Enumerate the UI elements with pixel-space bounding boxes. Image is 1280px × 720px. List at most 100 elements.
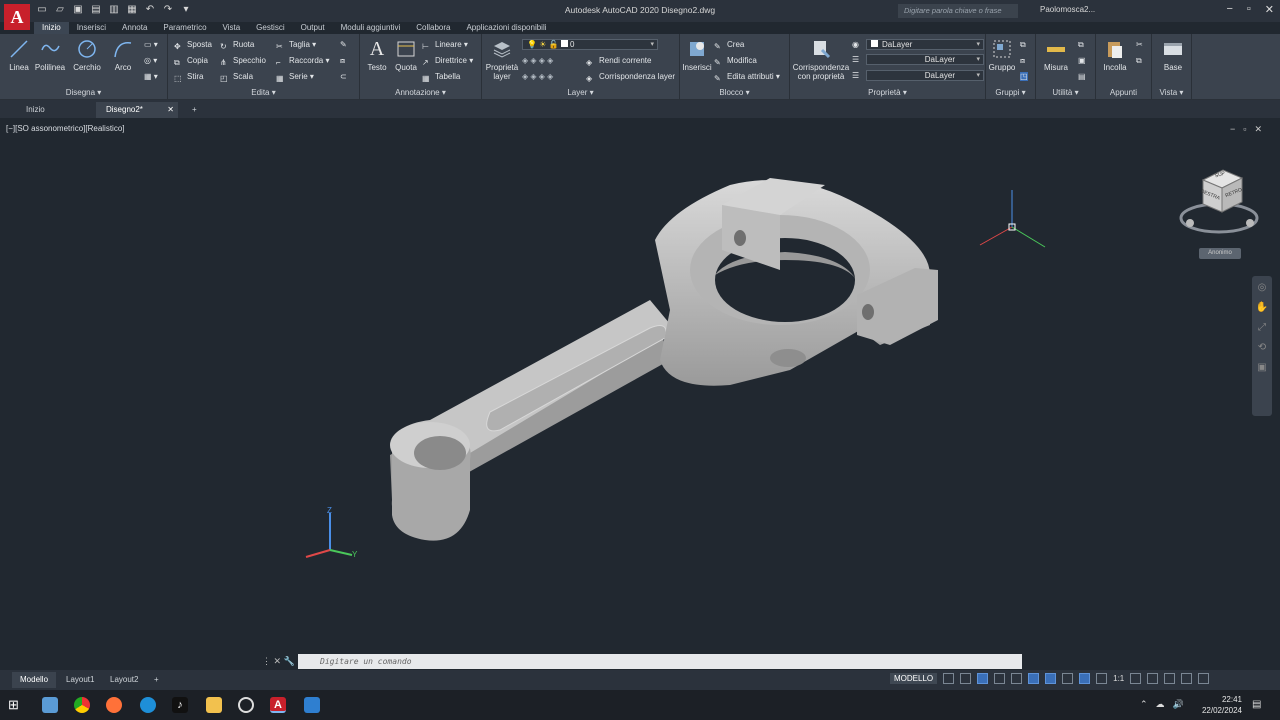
close-tab-icon[interactable]: ✕	[167, 102, 174, 118]
wcs-menu[interactable]: Anonimo	[1199, 248, 1241, 259]
copia-button[interactable]: ⧉ Copia	[174, 56, 208, 68]
tab-inizio[interactable]: Inizio	[34, 22, 69, 34]
color-dropdown[interactable]: DaLayer	[866, 39, 984, 50]
command-input[interactable]: Digitare un comando	[298, 654, 1022, 669]
sposta-button[interactable]: ✥ Sposta	[174, 40, 212, 52]
connecting-rod-model[interactable]	[370, 160, 970, 560]
search-input[interactable]: Digitare parola chiave o frase	[898, 4, 1018, 18]
add-layout-icon[interactable]: +	[146, 672, 167, 688]
misura-button[interactable]: Misura	[1040, 38, 1072, 72]
tabella-button[interactable]: ▦ Tabella	[422, 72, 460, 84]
taskbar-clock[interactable]: 22:41 22/02/2024	[1202, 694, 1242, 716]
layout-tab-layout2[interactable]: Layout2	[102, 672, 146, 688]
ruota-button[interactable]: ↻ Ruota	[220, 40, 254, 52]
tiktok-icon[interactable]: ♪	[172, 697, 188, 713]
autocad-taskbar-icon[interactable]: A	[270, 697, 286, 713]
inserisci-button[interactable]: Inserisci	[682, 38, 712, 72]
layer-dropdown[interactable]: 💡 ☀ 🔓 0	[522, 39, 658, 50]
specchio-button[interactable]: ⋔ Specchio	[220, 56, 266, 68]
direttrice-button[interactable]: ↗ Direttrice ▾	[422, 56, 473, 68]
id-point-icon[interactable]: ▣	[1078, 56, 1086, 65]
rendi-corrente-button[interactable]: ◈ Rendi corrente	[586, 56, 651, 68]
new-tab-icon[interactable]: +	[182, 102, 207, 118]
command-close-icon[interactable]: ✕	[274, 656, 282, 666]
panel-title-vista[interactable]: Vista ▾	[1152, 88, 1191, 98]
chrome-icon[interactable]	[74, 697, 90, 713]
layer-tools-row2[interactable]: ◈ ◈ ◈ ◈	[522, 72, 553, 81]
calculator-icon[interactable]: ▤	[1078, 72, 1086, 81]
annotation-visibility-icon[interactable]	[1079, 673, 1091, 684]
maximize-icon[interactable]: ▫	[1247, 3, 1251, 16]
windows-start-icon[interactable]: ⊞	[8, 697, 24, 713]
gruppo-button[interactable]: Gruppo	[986, 38, 1018, 72]
stira-button[interactable]: ⬚ Stira	[174, 72, 203, 84]
rectangle-icon[interactable]: ▭ ▾	[144, 40, 158, 49]
grid-icon[interactable]	[943, 673, 955, 684]
corrispondenza-proprieta-button[interactable]: Corrispondenza con proprietà	[792, 38, 850, 81]
user-account[interactable]: Paolomosca2...	[1040, 5, 1095, 14]
layer-tools-row1[interactable]: ◈ ◈ ◈ ◈	[522, 56, 553, 65]
close-icon[interactable]: ✕	[1265, 3, 1274, 16]
explode-icon[interactable]: ⧈	[340, 56, 345, 66]
viewcube[interactable]: SUP DESTRA RETRO	[1178, 160, 1260, 240]
file-explorer-icon[interactable]	[206, 697, 222, 713]
group-select-icon[interactable]: ◳	[1020, 72, 1028, 81]
quickselect-icon[interactable]: ⧉	[1078, 40, 1084, 50]
tab-parametrico[interactable]: Parametrico	[155, 22, 214, 34]
edita-attributi-button[interactable]: ✎ Edita attributi ▾	[714, 72, 780, 84]
panel-title-disegna[interactable]: Disegna ▾	[0, 88, 167, 98]
lineare-button[interactable]: ⊢ Lineare ▾	[422, 40, 468, 52]
orbit-icon[interactable]: ⟲	[1252, 336, 1272, 356]
panel-title-gruppi[interactable]: Gruppi ▾	[986, 88, 1035, 98]
polar-icon[interactable]	[994, 673, 1006, 684]
customize-status-icon[interactable]	[1198, 673, 1210, 684]
showmotion-icon[interactable]: ▣	[1252, 356, 1272, 376]
tab-output[interactable]: Output	[293, 22, 333, 34]
tab-applicazioni[interactable]: Applicazioni disponibili	[458, 22, 554, 34]
minimize-icon[interactable]: −	[1226, 3, 1232, 16]
firefox-icon[interactable]	[106, 697, 122, 713]
network-icon[interactable]: ☁	[1156, 699, 1165, 710]
base-button[interactable]: Base	[1156, 38, 1190, 72]
arco-button[interactable]: Arco	[108, 38, 138, 72]
edge-icon[interactable]	[140, 697, 156, 713]
pan-icon[interactable]: ✋	[1252, 296, 1272, 316]
file-tab-home[interactable]: Inizio	[16, 102, 55, 118]
offset-icon[interactable]: ⊂	[340, 72, 347, 81]
annotation-scale[interactable]: 1:1	[1113, 674, 1124, 683]
panel-title-annotazione[interactable]: Annotazione ▾	[360, 88, 481, 98]
snap-icon[interactable]	[960, 673, 972, 684]
erase-icon[interactable]: ✎	[340, 40, 347, 49]
model-space-button[interactable]: MODELLO	[890, 673, 938, 684]
hardware-accel-icon[interactable]	[1164, 673, 1176, 684]
lineweight-toggle-icon[interactable]	[1062, 673, 1074, 684]
quota-button[interactable]: Quota	[392, 38, 420, 72]
cerchio-button[interactable]: Cerchio	[70, 38, 104, 72]
proprieta-layer-button[interactable]: Proprietà layer	[484, 38, 520, 81]
raccorda-button[interactable]: ⌐ Raccorda ▾	[276, 56, 330, 68]
steering-wheel-icon[interactable]: ◎	[1252, 276, 1272, 296]
crea-button[interactable]: ✎ Crea	[714, 40, 744, 52]
isodraft-icon[interactable]	[1011, 673, 1023, 684]
autoscale-icon[interactable]	[1096, 673, 1108, 684]
lineweight-dropdown[interactable]: DaLayer	[866, 70, 984, 81]
panel-title-blocco[interactable]: Blocco ▾	[680, 88, 789, 98]
tab-annota[interactable]: Annota	[114, 22, 155, 34]
tab-vista[interactable]: Vista	[215, 22, 249, 34]
panel-title-layer[interactable]: Layer ▾	[482, 88, 679, 98]
color-wheel-icon[interactable]: ◉	[852, 40, 859, 49]
hatch-icon[interactable]: ◎ ▾	[144, 56, 157, 65]
vp-restore-icon[interactable]: ▫	[1243, 124, 1246, 135]
corrispondenza-layer-button[interactable]: ◈ Corrispondenza layer	[586, 72, 675, 84]
testo-button[interactable]: A Testo	[364, 38, 390, 72]
vp-close-icon[interactable]: ✕	[1254, 124, 1262, 135]
notification-icon[interactable]: ▤	[1252, 699, 1261, 710]
incolla-button[interactable]: Incolla	[1098, 38, 1132, 72]
modifica-button[interactable]: ✎ Modifica	[714, 56, 757, 68]
taglia-button[interactable]: ✂ Taglia ▾	[276, 40, 316, 52]
command-customize-icon[interactable]: 🔧	[284, 656, 295, 666]
zoom-extents-icon[interactable]: ⤢	[1252, 316, 1272, 336]
layout-tab-modello[interactable]: Modello	[12, 672, 57, 688]
cut-icon[interactable]: ✂	[1136, 40, 1143, 49]
obs-icon[interactable]	[238, 697, 254, 713]
